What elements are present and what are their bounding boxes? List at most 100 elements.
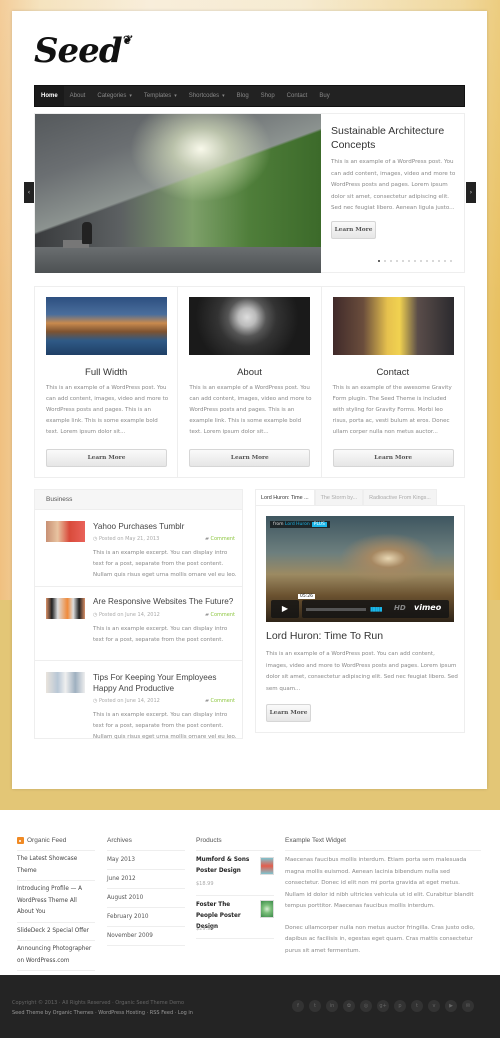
post-title[interactable]: Are Responsive Websites The Future?	[93, 596, 238, 607]
slider-dot[interactable]	[396, 260, 398, 262]
archive-item[interactable]: June 2012	[107, 870, 185, 889]
feature-image-venice[interactable]	[46, 297, 167, 355]
slider-dot[interactable]	[426, 260, 428, 262]
video-widget: Lord Huron: Time ... The Storm by... Rad…	[255, 489, 465, 733]
post-meta: ◷ Posted on May 21, 2013 ▰ Comment	[93, 536, 235, 542]
youtube-icon[interactable]: ▶	[445, 1000, 457, 1012]
nav-item-blog[interactable]: Blog	[231, 86, 255, 106]
archive-item[interactable]: November 2009	[107, 927, 185, 946]
slider-next-button[interactable]: ›	[466, 182, 476, 203]
nav-item-label: Buy	[319, 93, 330, 99]
site-logo[interactable]: Seed ❦	[34, 31, 132, 71]
slider-dot[interactable]	[444, 260, 446, 262]
video-author-link[interactable]: Lord Huron	[285, 522, 310, 527]
slider-prev-button[interactable]: ‹	[24, 182, 34, 203]
facebook-icon[interactable]: f	[292, 1000, 304, 1012]
tumblr-icon[interactable]: t	[411, 1000, 423, 1012]
nav-item-home[interactable]: Home	[35, 86, 64, 106]
video-time: 05:26	[298, 594, 315, 599]
product-price: $29.99	[196, 926, 214, 932]
video-player[interactable]: from Lord Huron PLUS 05:26 ▶ ▮▮▮▮▮ HD vim…	[266, 516, 454, 622]
slide-title[interactable]: Sustainable Architecture Concepts	[331, 124, 459, 152]
comment-link[interactable]: ▰ Comment	[205, 612, 235, 618]
features-row: Full Width This is an example of a WordP…	[34, 286, 465, 478]
volume-icon[interactable]: ▮▮▮▮▮	[370, 606, 382, 613]
slider-dot[interactable]	[420, 260, 422, 262]
post-thumbnail[interactable]	[46, 598, 85, 619]
archive-item[interactable]: May 2013	[107, 851, 185, 870]
slider-dot[interactable]	[432, 260, 434, 262]
copyright-text: Copyright © 2013 · All Rights Reserved ·…	[12, 1000, 185, 1006]
instagram-icon[interactable]: ◎	[360, 1000, 372, 1012]
post-title[interactable]: Yahoo Purchases Tumblr	[93, 521, 238, 532]
slide-image[interactable]	[35, 114, 321, 273]
video-tab[interactable]: Radioactive From Kings...	[363, 489, 437, 505]
video-tab[interactable]: The Storm by...	[314, 489, 364, 505]
vimeo-icon[interactable]: v	[428, 1000, 440, 1012]
footer-links[interactable]: Seed Theme by Organic Themes · WordPress…	[12, 1008, 193, 1018]
slider-dot[interactable]	[450, 260, 452, 262]
feature-title[interactable]: Full Width	[35, 367, 177, 378]
nav-item-shortcodes[interactable]: Shortcodes ▾	[183, 86, 231, 106]
video-title[interactable]: Lord Huron: Time To Run	[266, 630, 383, 642]
product-thumbnail[interactable]	[260, 857, 274, 875]
product-thumbnail[interactable]	[260, 900, 274, 918]
comment-link[interactable]: ▰ Comment	[205, 698, 235, 704]
nav-item-contact[interactable]: Contact	[281, 86, 314, 106]
feed-item[interactable]: Announcing Photographer on WordPress.com	[17, 941, 95, 971]
video-byline: from Lord Huron PLUS	[270, 521, 330, 528]
post-meta: ◷ Posted on June 14, 2012 ▰ Comment	[93, 698, 235, 704]
feature-learn-more-button[interactable]: Learn More	[46, 449, 167, 467]
play-button[interactable]: ▶	[271, 600, 299, 618]
feed-item[interactable]: The Latest Showcase Theme	[17, 851, 95, 881]
archive-item[interactable]: February 2010	[107, 908, 185, 927]
video-controls: ▮▮▮▮▮ HD vimeo	[302, 600, 449, 618]
post-item: Tips For Keeping Your Employees Happy An…	[35, 661, 242, 740]
nav-item-about[interactable]: About	[64, 86, 92, 106]
google-plus-icon[interactable]: g+	[377, 1000, 389, 1012]
post-thumbnail[interactable]	[46, 672, 85, 693]
nav-item-categories[interactable]: Categories ▾	[91, 86, 138, 106]
flickr-icon[interactable]: ✿	[343, 1000, 355, 1012]
video-learn-more-button[interactable]: Learn More	[266, 704, 311, 722]
rss-icon[interactable]	[17, 836, 24, 844]
feed-item[interactable]: Introducing Profile — A WordPress Theme …	[17, 881, 95, 923]
slider-dot[interactable]	[390, 260, 392, 262]
slide-learn-more-button[interactable]: Learn More	[331, 221, 376, 239]
post-thumbnail[interactable]	[46, 521, 85, 542]
feature-learn-more-button[interactable]: Learn More	[332, 449, 454, 467]
archive-item[interactable]: August 2010	[107, 889, 185, 908]
nav-item-templates[interactable]: Templates ▾	[138, 86, 183, 106]
business-heading: Business	[35, 490, 242, 510]
feature-title[interactable]: About	[178, 367, 320, 378]
video-tab[interactable]: Lord Huron: Time ...	[255, 489, 315, 505]
nav-item-buy[interactable]: Buy	[313, 86, 335, 106]
nav-item-label: Home	[41, 93, 58, 99]
linkedin-icon[interactable]: in	[326, 1000, 338, 1012]
feed-item[interactable]: SlideDeck 2 Special Offer	[17, 923, 95, 941]
email-icon[interactable]: ✉	[462, 1000, 474, 1012]
video-progress-bar[interactable]	[306, 608, 366, 611]
slider-dot[interactable]	[402, 260, 404, 262]
feature-image-contact[interactable]	[332, 297, 454, 355]
nav-item-label: Blog	[236, 93, 249, 99]
nav-item-shop[interactable]: Shop	[255, 86, 281, 106]
product-name[interactable]: Mumford & Sons Poster Design	[196, 855, 251, 877]
twitter-icon[interactable]: t	[309, 1000, 321, 1012]
post-title[interactable]: Tips For Keeping Your Employees Happy An…	[93, 672, 238, 694]
chevron-right-icon: ›	[469, 189, 473, 196]
slide-body: This is an example of a WordPress post. …	[331, 159, 456, 211]
feature-title[interactable]: Contact	[322, 367, 464, 378]
slide-image-floor	[35, 247, 321, 273]
feature-image-about[interactable]	[189, 297, 311, 355]
slider-dot[interactable]	[384, 260, 386, 262]
slider-dot[interactable]	[438, 260, 440, 262]
slider-dot[interactable]	[414, 260, 416, 262]
pinterest-icon[interactable]: p	[394, 1000, 406, 1012]
feature-learn-more-button[interactable]: Learn More	[189, 449, 311, 467]
comment-link[interactable]: ▰ Comment	[205, 536, 235, 542]
vimeo-logo[interactable]: vimeo	[414, 603, 441, 612]
hd-toggle[interactable]: HD	[394, 604, 406, 612]
slider-dot[interactable]	[408, 260, 410, 262]
slider-dot[interactable]	[378, 260, 380, 262]
